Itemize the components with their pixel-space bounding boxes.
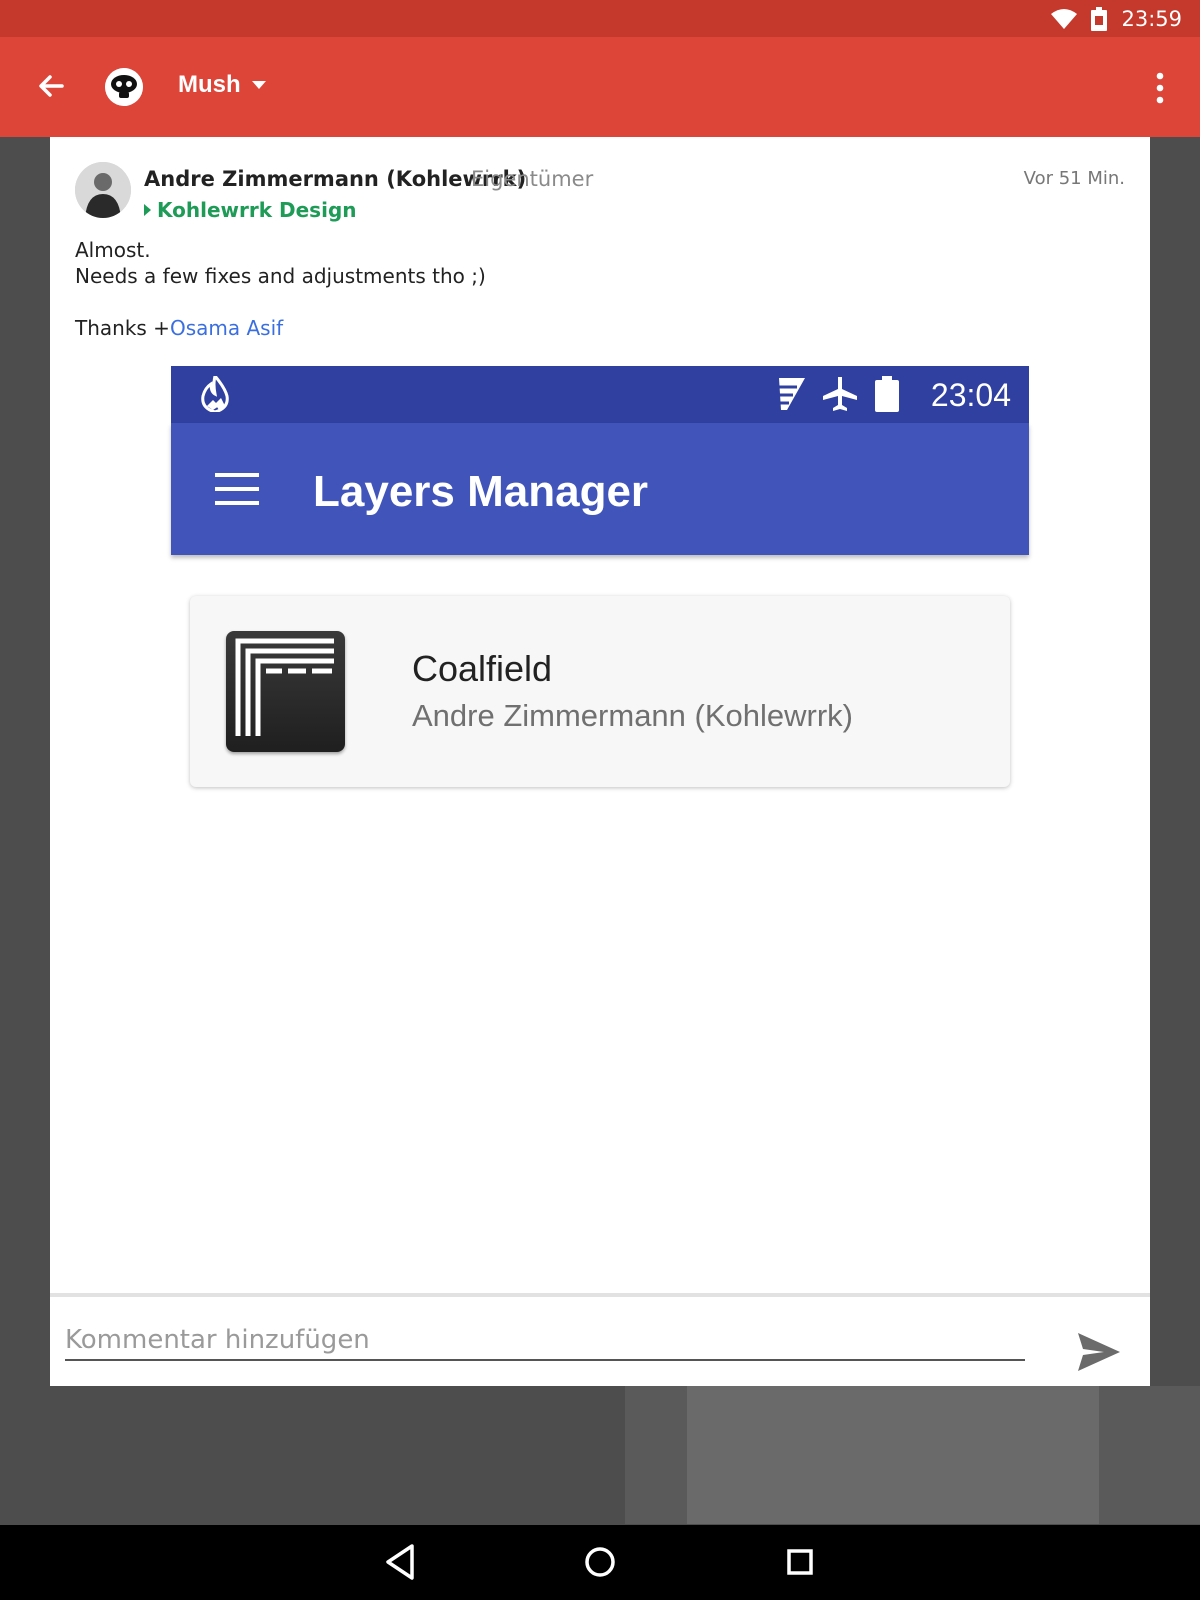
embedded-status-bar: 23:04	[171, 366, 1029, 423]
app-bar: Mush	[0, 37, 1200, 137]
post-line: Almost.	[75, 238, 151, 262]
community-category-link[interactable]: Kohlewrrk Design	[144, 198, 357, 222]
author-name[interactable]: Andre Zimmermann (Kohlewrrk)	[144, 167, 526, 191]
embedded-status-time: 23:04	[930, 377, 1011, 413]
post-line: Needs a few fixes and adjustments tho ;)	[75, 264, 486, 288]
community-category-label: Kohlewrrk Design	[157, 198, 357, 222]
home-circle-icon[interactable]	[578, 1540, 622, 1584]
send-icon[interactable]	[1078, 1333, 1120, 1371]
layer-name: Coalfield	[412, 648, 553, 689]
back-arrow-icon[interactable]	[30, 67, 70, 107]
embedded-toolbar-title: Layers Manager	[313, 467, 649, 516]
battery-icon	[875, 376, 899, 412]
wifi-icon	[1051, 8, 1078, 29]
author-avatar[interactable]	[75, 162, 131, 218]
background-page	[625, 1386, 1200, 1524]
layer-author: Andre Zimmermann (Kohlewrrk)	[412, 698, 853, 733]
back-triangle-icon[interactable]	[378, 1540, 422, 1584]
thanks-prefix: Thanks +	[75, 316, 170, 340]
triangle-right-icon	[144, 204, 151, 216]
post-dialog: Andre Zimmermann (Kohlewrrk) Eigentümer …	[50, 137, 1150, 1386]
comment-divider	[50, 1293, 1150, 1297]
airplane-icon	[823, 377, 857, 411]
post-time: Vor 51 Min.	[1023, 168, 1125, 189]
hamburger-menu-icon	[215, 473, 259, 505]
post-thanks-line: Thanks +Osama Asif	[75, 315, 486, 341]
overflow-menu-icon[interactable]	[1154, 71, 1166, 105]
signal-icon	[779, 378, 805, 410]
comment-input[interactable]	[65, 1321, 1025, 1361]
post-image[interactable]: 23:04 Layers Manager Coalfield Andre Zim…	[171, 366, 1029, 1016]
battery-icon	[1091, 6, 1108, 31]
embedded-toolbar: Layers Manager	[171, 423, 1029, 555]
background-page-content	[687, 1386, 1099, 1524]
dropdown-icon[interactable]	[252, 81, 266, 89]
system-nav-bar	[0, 1525, 1200, 1600]
recents-square-icon[interactable]	[778, 1540, 822, 1584]
status-time: 23:59	[1121, 6, 1182, 31]
layer-app-icon	[226, 631, 345, 752]
community-title[interactable]: Mush	[178, 71, 241, 99]
community-avatar[interactable]	[105, 68, 143, 106]
layer-card: Coalfield Andre Zimmermann (Kohlewrrk)	[190, 596, 1010, 787]
post-body: Almost. Needs a few fixes and adjustment…	[75, 237, 486, 341]
mention-link[interactable]: Osama Asif	[170, 316, 283, 340]
author-role: Eigentümer	[471, 167, 594, 191]
flame-icon	[201, 376, 229, 412]
system-status-bar: 23:59	[0, 0, 1200, 37]
